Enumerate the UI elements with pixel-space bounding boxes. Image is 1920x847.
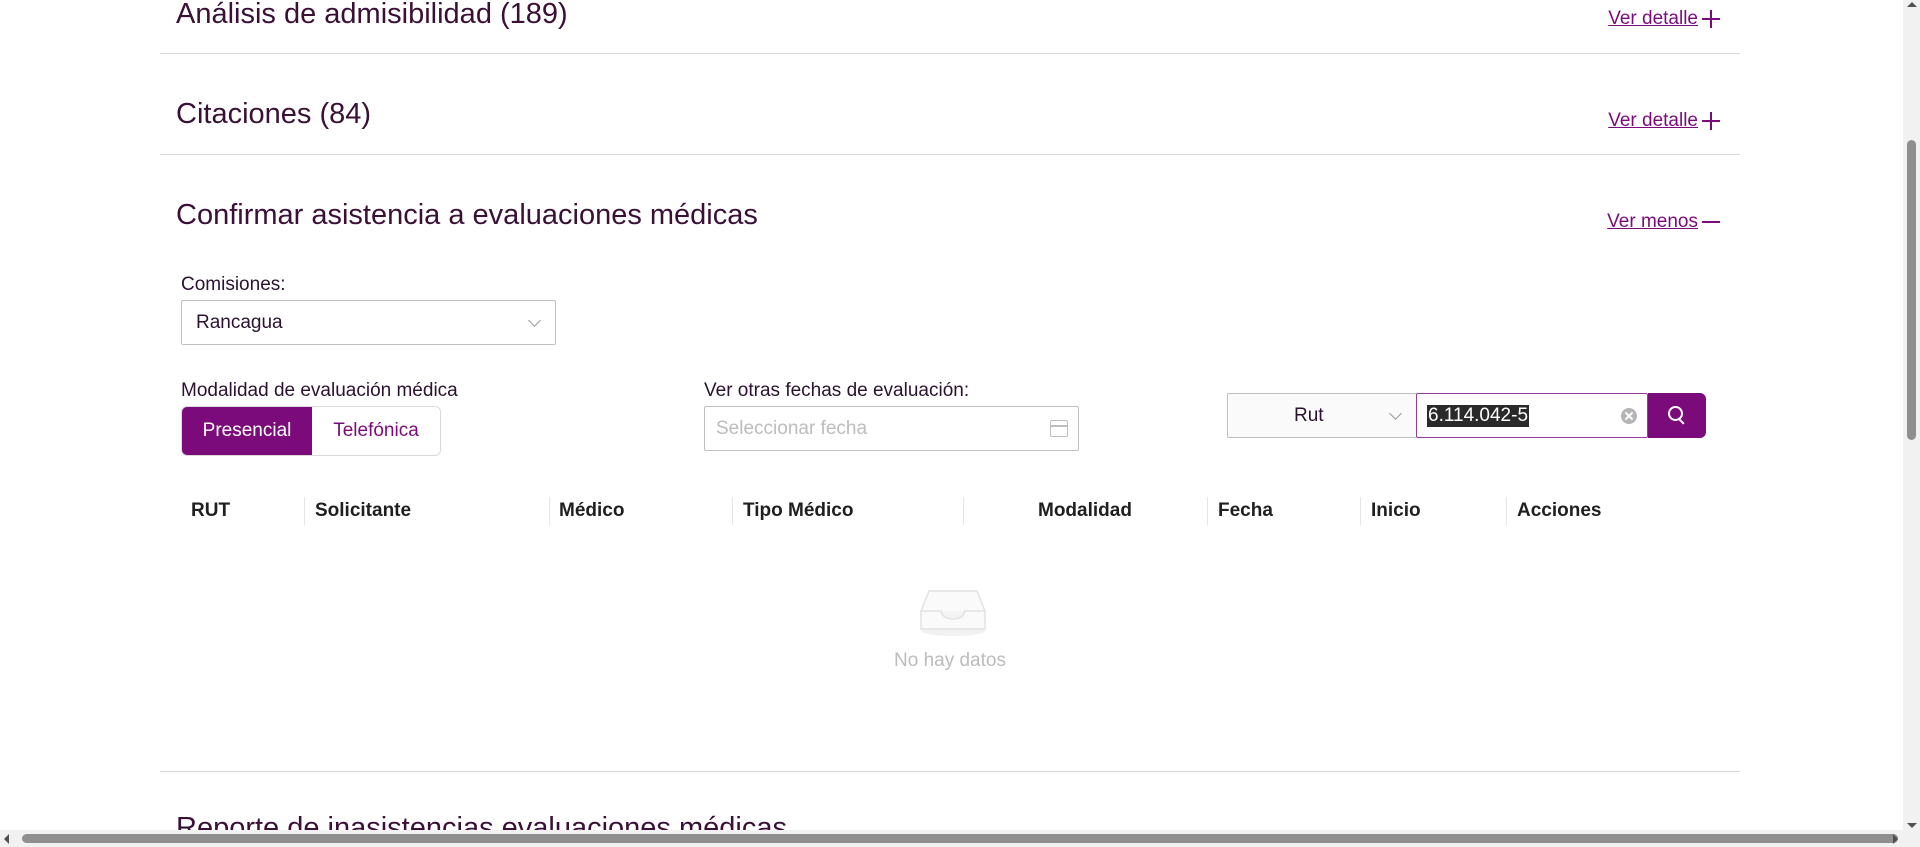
comisiones-value: Rancagua xyxy=(196,311,283,333)
search-type-value: Rut xyxy=(1294,404,1324,426)
modalidad-label: Modalidad de evaluación médica xyxy=(181,380,458,401)
scroll-left-arrow-icon[interactable] xyxy=(4,834,9,844)
column-separator xyxy=(1360,497,1361,525)
column-header-acciones: Acciones xyxy=(1517,500,1602,521)
empty-inbox-icon xyxy=(920,590,986,636)
column-separator xyxy=(1207,497,1208,525)
comisiones-select[interactable]: Rancagua xyxy=(181,300,556,345)
ver-detalle-label: Ver detalle xyxy=(1608,110,1698,131)
search-type-select[interactable]: Rut xyxy=(1227,393,1417,438)
section-citaciones: Citaciones (84) Ver detalle xyxy=(160,54,1740,154)
column-separator xyxy=(963,497,964,525)
horizontal-scroll-thumb[interactable] xyxy=(22,834,1898,843)
column-header-solicitante: Solicitante xyxy=(315,500,412,521)
rut-search-input[interactable]: 6.114.042-5 xyxy=(1416,393,1648,438)
ver-detalle-label: Ver detalle xyxy=(1608,8,1698,29)
column-separator xyxy=(1506,497,1507,525)
calendar-icon xyxy=(1050,420,1068,437)
fecha-placeholder: Seleccionar fecha xyxy=(716,417,868,439)
plus-icon xyxy=(1702,10,1720,28)
search-icon xyxy=(1667,405,1687,425)
minus-icon xyxy=(1702,213,1720,231)
modalidad-toggle: Presencial Telefónica xyxy=(181,406,441,456)
column-separator xyxy=(304,497,305,525)
comisiones-label: Comisiones: xyxy=(181,274,286,295)
ver-detalle-admisibilidad-link[interactable]: Ver detalle xyxy=(1608,8,1720,30)
section-title-citaciones: Citaciones (84) xyxy=(176,98,372,130)
chevron-down-icon xyxy=(528,314,541,327)
section-title-admisibilidad: Análisis de admisibilidad (189) xyxy=(176,0,568,30)
section-confirmar-asistencia: Confirmar asistencia a evaluaciones médi… xyxy=(160,155,1740,255)
horizontal-scrollbar[interactable] xyxy=(0,830,1920,847)
section-admisibilidad: Análisis de admisibilidad (189) Ver deta… xyxy=(160,0,1740,53)
ver-menos-link[interactable]: Ver menos xyxy=(1607,211,1720,233)
vertical-scrollbar[interactable] xyxy=(1903,0,1920,830)
scroll-up-arrow-icon[interactable] xyxy=(1907,2,1917,7)
rut-search-value: 6.114.042-5 xyxy=(1427,404,1530,427)
section-title-confirmar: Confirmar asistencia a evaluaciones médi… xyxy=(176,199,758,231)
column-separator xyxy=(549,497,550,525)
column-separator xyxy=(732,497,733,525)
presencial-option[interactable]: Presencial xyxy=(182,407,312,455)
main-content: Análisis de admisibilidad (189) Ver deta… xyxy=(160,0,1740,844)
column-header-medico: Médico xyxy=(559,500,625,521)
ver-detalle-citaciones-link[interactable]: Ver detalle xyxy=(1608,110,1720,132)
fechas-label: Ver otras fechas de evaluación: xyxy=(704,380,970,401)
search-button[interactable] xyxy=(1648,393,1706,438)
empty-state-text: No hay datos xyxy=(894,650,1006,671)
scroll-right-arrow-icon[interactable] xyxy=(1893,834,1898,844)
ver-menos-label: Ver menos xyxy=(1607,211,1698,232)
scroll-down-arrow-icon[interactable] xyxy=(1907,823,1917,828)
chevron-down-icon xyxy=(1389,407,1402,420)
vertical-scroll-thumb[interactable] xyxy=(1907,140,1916,440)
column-header-rut: RUT xyxy=(191,500,231,521)
divider xyxy=(160,771,1740,772)
column-header-tipo-medico: Tipo Médico xyxy=(743,500,854,521)
column-header-fecha: Fecha xyxy=(1218,500,1273,521)
fecha-picker[interactable]: Seleccionar fecha xyxy=(704,406,1079,451)
telefonica-option[interactable]: Telefónica xyxy=(312,407,440,455)
column-header-modalidad: Modalidad xyxy=(1038,500,1132,521)
plus-icon xyxy=(1702,112,1720,130)
clear-icon[interactable] xyxy=(1621,408,1637,424)
column-header-inicio: Inicio xyxy=(1371,500,1421,521)
